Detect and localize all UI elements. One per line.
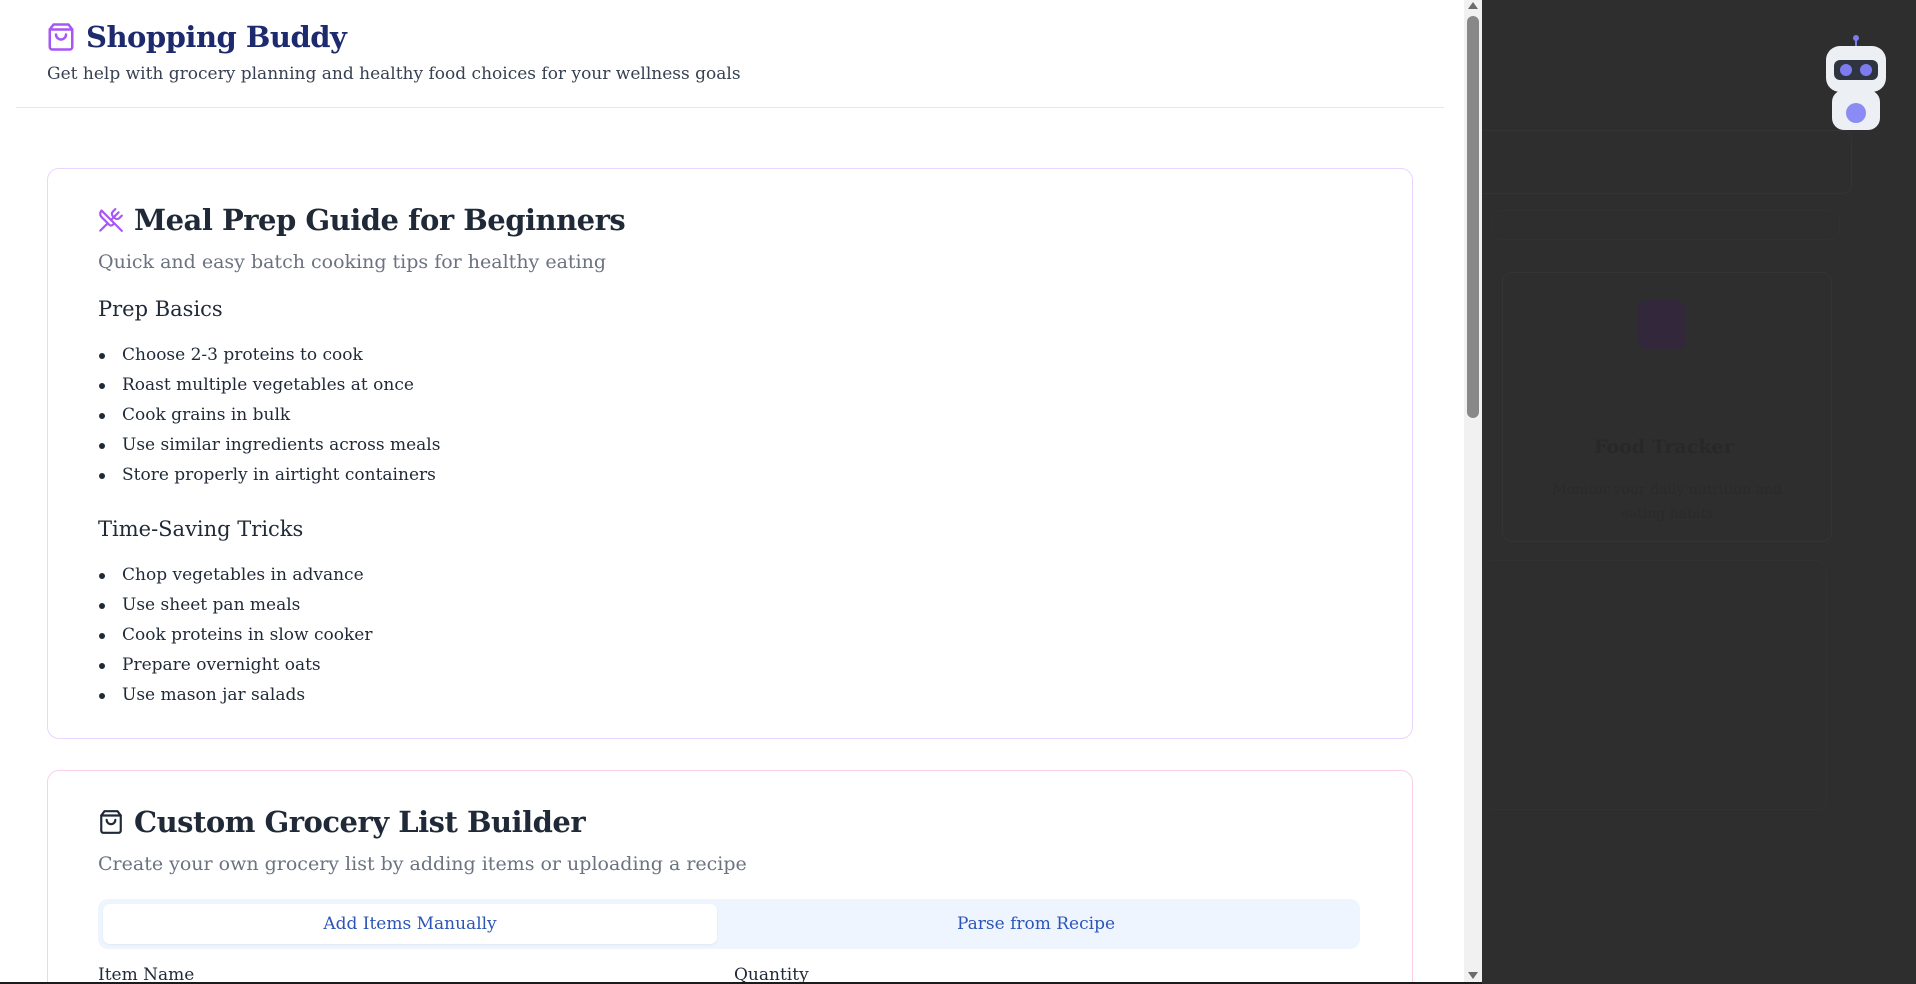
prep-basics-list: Choose 2-3 proteins to cook Roast multip… <box>98 340 440 490</box>
calendar-icon <box>1638 300 1686 350</box>
main-panel: Shopping Buddy Get help with grocery pla… <box>0 0 1464 982</box>
vertical-scrollbar[interactable] <box>1464 0 1482 982</box>
app-subtitle: Get help with grocery planning and healt… <box>47 64 741 84</box>
ghost-title: Food Tracker <box>1594 436 1734 458</box>
meal-prep-subtitle: Quick and easy batch cooking tips for he… <box>98 251 607 273</box>
list-item: Use sheet pan meals <box>98 590 372 620</box>
dimmed-background-panel: Food Tracker Monitor your daily nutritio… <box>1482 0 1916 984</box>
meal-prep-card: Meal Prep Guide for Beginners Quick and … <box>47 168 1413 739</box>
ghost-card-lower <box>1482 560 1827 810</box>
page-header: Shopping Buddy Get help with grocery pla… <box>16 0 1444 108</box>
shopping-bag-icon <box>48 23 74 51</box>
list-item: Use mason jar salads <box>98 680 372 710</box>
grocery-builder-title: Custom Grocery List Builder <box>134 805 586 839</box>
item-name-label: Item Name <box>98 965 195 982</box>
tab-add-items-manually[interactable]: Add Items Manually <box>103 904 717 944</box>
mode-tabs: Add Items Manually Parse from Recipe <box>98 899 1360 949</box>
grocery-builder-subtitle: Create your own grocery list by adding i… <box>98 853 747 875</box>
utensils-crossed-icon <box>99 208 123 232</box>
ghost-text: Monitor your daily nutrition and eating … <box>1532 478 1802 526</box>
robot-assistant-icon[interactable] <box>1823 34 1893 134</box>
quantity-label: Quantity <box>734 965 809 982</box>
scroll-up-arrow-icon[interactable] <box>1468 2 1478 9</box>
app-title: Shopping Buddy <box>86 20 347 54</box>
meal-prep-title: Meal Prep Guide for Beginners <box>134 203 626 237</box>
meal-prep-header: Meal Prep Guide for Beginners <box>98 203 626 237</box>
list-item: Chop vegetables in advance <box>98 560 372 590</box>
ghost-text-line-2: eating habits <box>1620 506 1714 522</box>
brand: Shopping Buddy <box>46 20 347 54</box>
grocery-builder-card: Custom Grocery List Builder Create your … <box>47 770 1413 982</box>
scroll-down-arrow-icon[interactable] <box>1468 972 1478 979</box>
list-item: Store properly in airtight containers <box>98 460 440 490</box>
list-item: Roast multiple vegetables at once <box>98 370 440 400</box>
shopping-bag-icon <box>100 810 122 834</box>
list-item: Cook proteins in slow cooker <box>98 620 372 650</box>
tab-parse-from-recipe[interactable]: Parse from Recipe <box>717 904 1355 944</box>
list-item: Cook grains in bulk <box>98 400 440 430</box>
ghost-text-line-1: Monitor your daily nutrition and <box>1552 482 1782 498</box>
ghost-strip <box>1492 210 1840 240</box>
list-item: Choose 2-3 proteins to cook <box>98 340 440 370</box>
grocery-builder-header: Custom Grocery List Builder <box>98 805 586 839</box>
time-saving-list: Chop vegetables in advance Use sheet pan… <box>98 560 372 710</box>
scroll-thumb[interactable] <box>1467 16 1479 418</box>
section-title-prep-basics: Prep Basics <box>98 297 223 321</box>
ghost-bar <box>1482 130 1852 194</box>
section-title-time-saving: Time-Saving Tricks <box>98 517 304 541</box>
list-item: Prepare overnight oats <box>98 650 372 680</box>
list-item: Use similar ingredients across meals <box>98 430 440 460</box>
